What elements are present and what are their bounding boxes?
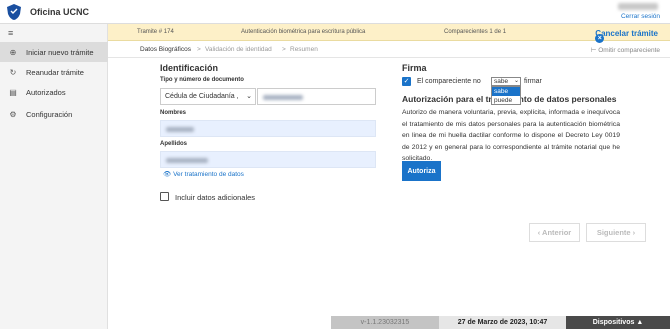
top-bar: Oficina UCNC Cerrar sesión bbox=[0, 0, 670, 24]
gear-icon: ⚙ bbox=[9, 109, 17, 119]
firma-select-value: sabe bbox=[494, 78, 509, 85]
document-icon: ▤ bbox=[9, 87, 17, 97]
app-title: Oficina UCNC bbox=[30, 7, 90, 17]
ver-datos-label: Ver tratamiento de datos bbox=[173, 171, 244, 178]
datetime-display: 27 de Marzo de 2023, 10:47 bbox=[439, 316, 566, 329]
skip-label: Omitir compareciente bbox=[598, 47, 660, 54]
tramite-description: Autenticación biométrica para escritura … bbox=[241, 29, 366, 35]
ver-tratamiento-link[interactable]: 👁 Ver tratamiento de datos bbox=[163, 170, 244, 178]
chevron-down-icon: ⌄ bbox=[513, 78, 519, 84]
anterior-button[interactable]: ‹ Anterior bbox=[529, 223, 580, 242]
step-datos-biograficos: Datos Biográficos bbox=[140, 46, 191, 53]
document-type-select[interactable]: Cédula de Ciudadanía , ⌄ bbox=[160, 88, 256, 105]
sidebar: ≡ ⊕ Iniciar nuevo trámite ↻ Reanudar trá… bbox=[0, 24, 108, 329]
step-separator: > bbox=[197, 46, 201, 53]
dispositivos-button[interactable]: Dispositivos ▲ bbox=[566, 316, 670, 329]
sidebar-item-reanudar[interactable]: ↻ Reanudar trámite bbox=[0, 62, 108, 82]
eye-icon: 👁 bbox=[163, 171, 172, 178]
logout-link[interactable]: Cerrar sesión bbox=[621, 13, 660, 20]
sidebar-item-label: Reanudar trámite bbox=[26, 67, 84, 77]
doc-label: Tipo y número de documento bbox=[160, 77, 244, 83]
dropdown-option-sabe[interactable]: sabe bbox=[492, 87, 520, 96]
tramite-banner: Tramite # 174 Autenticación biométrica p… bbox=[108, 24, 670, 43]
comparecientes-count: Comparecientes 1 de 1 bbox=[444, 29, 507, 35]
dropdown-option-puede[interactable]: puede bbox=[492, 96, 520, 105]
sidebar-item-configuracion[interactable]: ⚙ Configuración bbox=[0, 104, 108, 124]
firma-dropdown-list: sabe puede bbox=[491, 86, 521, 105]
sidebar-item-label: Iniciar nuevo trámite bbox=[26, 47, 94, 57]
step-breadcrumb: Datos Biográficos > Validación de identi… bbox=[108, 41, 670, 58]
autoriza-button[interactable]: Autoriza bbox=[402, 161, 441, 181]
apellidos-field[interactable] bbox=[160, 151, 376, 168]
sidebar-item-iniciar[interactable]: ⊕ Iniciar nuevo trámite bbox=[0, 42, 108, 62]
siguiente-button[interactable]: Siguiente › bbox=[586, 223, 646, 242]
document-number-input[interactable] bbox=[257, 88, 376, 105]
firma-label-pre: El compareciente no bbox=[417, 78, 481, 85]
tramite-number: Tramite # 174 bbox=[137, 29, 174, 35]
doc-type-value: Cédula de Ciudadanía , bbox=[165, 93, 239, 100]
firma-select[interactable]: sabe ⌄ bbox=[491, 77, 521, 86]
apellidos-label: Apellidos bbox=[160, 141, 188, 147]
nombres-field[interactable] bbox=[160, 120, 376, 137]
plus-circle-icon: ⊕ bbox=[9, 47, 17, 57]
datos-adicionales-label: Incluir datos adicionales bbox=[175, 193, 256, 202]
datos-adicionales-checkbox[interactable] bbox=[160, 192, 169, 201]
step-validacion: Validación de identidad bbox=[205, 46, 272, 53]
version-badge: v-1.1.23032315 bbox=[331, 316, 439, 329]
shield-logo-icon bbox=[7, 4, 21, 20]
skip-compareciente-link[interactable]: ⊢ Omitir compareciente bbox=[591, 46, 660, 54]
sidebar-item-label: Configuración bbox=[26, 109, 73, 119]
refresh-icon: ↻ bbox=[9, 67, 17, 77]
nombres-label: Nombres bbox=[160, 110, 187, 116]
cancel-tramite-button[interactable]: × Cancelar trámite bbox=[595, 29, 658, 43]
firma-label-post: firmar bbox=[524, 78, 542, 85]
cancel-label: Cancelar trámite bbox=[595, 29, 658, 38]
redacted-value bbox=[166, 158, 208, 163]
autorizacion-text: Autorizo de manera voluntaria, previa, e… bbox=[402, 109, 620, 162]
identificacion-title: Identificación bbox=[160, 63, 219, 73]
menu-collapse-icon[interactable]: ≡ bbox=[8, 28, 13, 38]
sidebar-item-autorizados[interactable]: ▤ Autorizados bbox=[0, 82, 108, 102]
firma-checkbox[interactable]: ✓ bbox=[402, 77, 411, 86]
firma-title: Firma bbox=[402, 63, 427, 73]
step-resumen: Resumen bbox=[290, 46, 318, 53]
sidebar-item-label: Autorizados bbox=[26, 87, 66, 97]
user-name-redacted bbox=[618, 3, 658, 10]
step-separator: > bbox=[282, 46, 286, 53]
redacted-value bbox=[263, 95, 303, 100]
redacted-value bbox=[166, 127, 194, 132]
chevron-down-icon: ⌄ bbox=[246, 93, 252, 100]
